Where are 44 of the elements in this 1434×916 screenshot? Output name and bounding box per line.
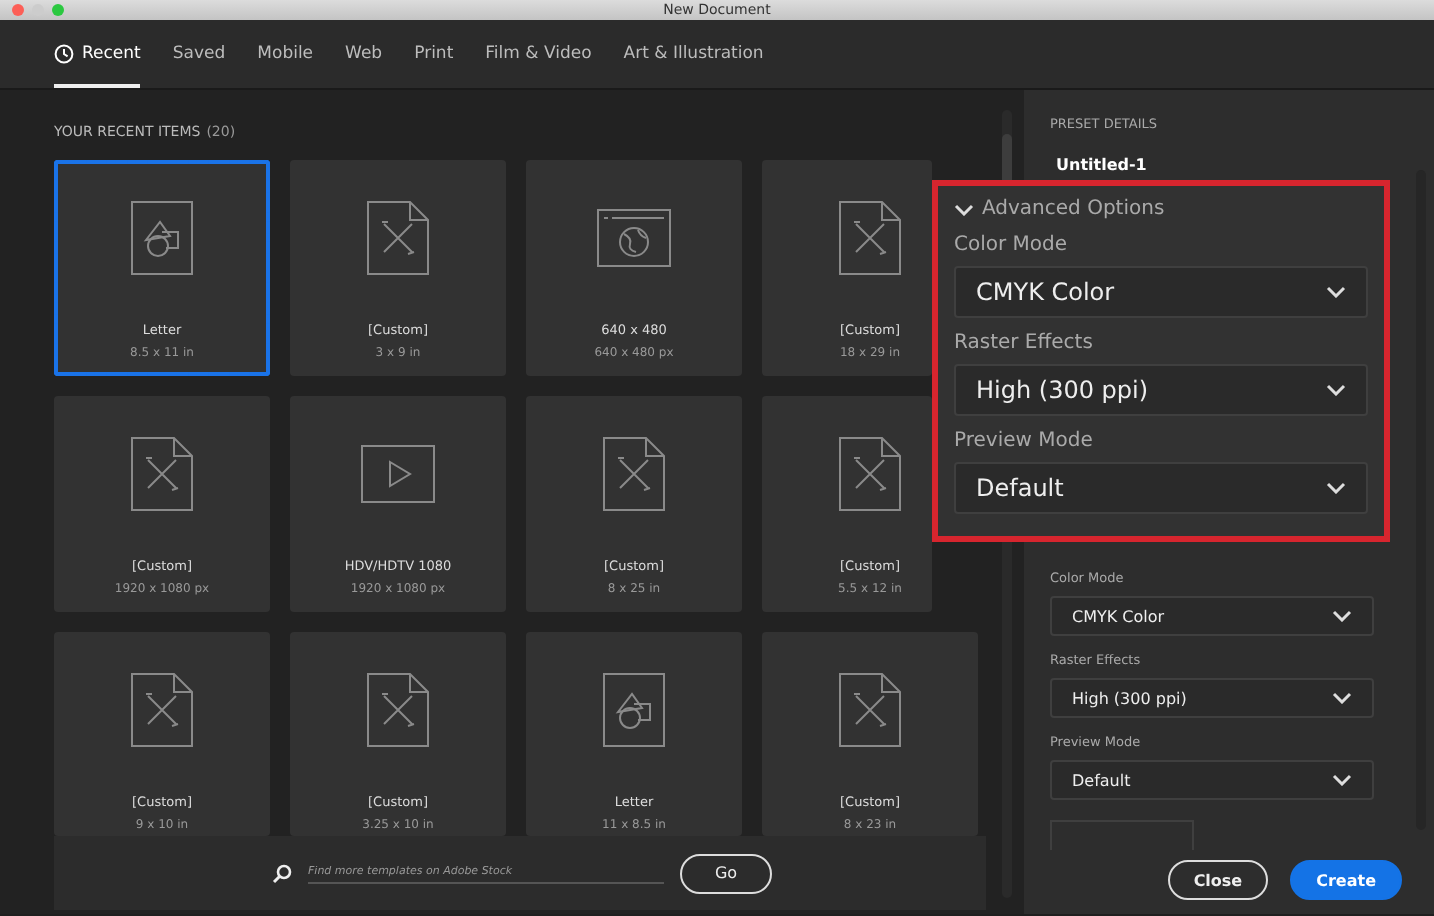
tab[interactable]: Mobile	[257, 20, 314, 88]
browser-globe-icon	[596, 208, 672, 268]
minimize-window-dot[interactable]	[32, 4, 44, 16]
dropdown[interactable]: Default	[954, 462, 1368, 514]
field-label: Color Mode	[954, 234, 1070, 256]
dropdown[interactable]: Default	[1050, 760, 1374, 800]
document-pencil-icon	[838, 672, 902, 748]
document-shapes-icon	[602, 672, 666, 748]
clock-icon	[54, 44, 74, 64]
tab[interactable]: Web	[345, 20, 383, 88]
chevron-down-icon	[1332, 610, 1352, 622]
go-button[interactable]: Go	[680, 853, 772, 893]
section-toggle[interactable]: Advanced Options	[954, 198, 1368, 220]
chevron-down-icon	[1326, 384, 1346, 396]
video-play-icon	[360, 444, 436, 504]
document-pencil-icon	[838, 436, 902, 512]
document-pencil-icon	[366, 672, 430, 748]
search-icon	[272, 863, 292, 883]
dropdown[interactable]: CMYK Color	[1050, 596, 1374, 636]
create-button[interactable]: Create	[1290, 860, 1402, 900]
dropdown[interactable]: CMYK Color	[954, 266, 1368, 318]
dropdown[interactable]: High (300 ppi)	[1050, 678, 1374, 718]
dropdown[interactable]: High (300 ppi)	[954, 364, 1368, 416]
tab[interactable]: Saved	[172, 20, 226, 88]
zoom-window-dot[interactable]	[52, 4, 64, 16]
tab[interactable]: Art & Illustration	[623, 20, 764, 88]
document-pencil-icon	[838, 200, 902, 276]
document-pencil-icon	[130, 436, 194, 512]
document-pencil-icon	[366, 200, 430, 276]
field-label: Preview Mode	[954, 430, 1095, 452]
document-name[interactable]: Untitled-1	[1056, 156, 1374, 174]
field-label: Raster Effects	[954, 332, 1095, 354]
tab[interactable]: Print	[414, 20, 454, 88]
chevron-down-icon	[1332, 774, 1352, 786]
document-shapes-icon	[130, 200, 194, 276]
chevron-down-icon	[954, 203, 974, 215]
close-window-dot[interactable]	[12, 4, 24, 16]
chevron-down-icon	[1326, 482, 1346, 494]
chevron-down-icon	[1326, 286, 1346, 298]
document-pencil-icon	[602, 436, 666, 512]
close-button[interactable]: Close	[1167, 860, 1269, 900]
document-pencil-icon	[130, 672, 194, 748]
tab[interactable]: Film & Video	[485, 20, 592, 88]
chevron-down-icon	[1332, 692, 1352, 704]
